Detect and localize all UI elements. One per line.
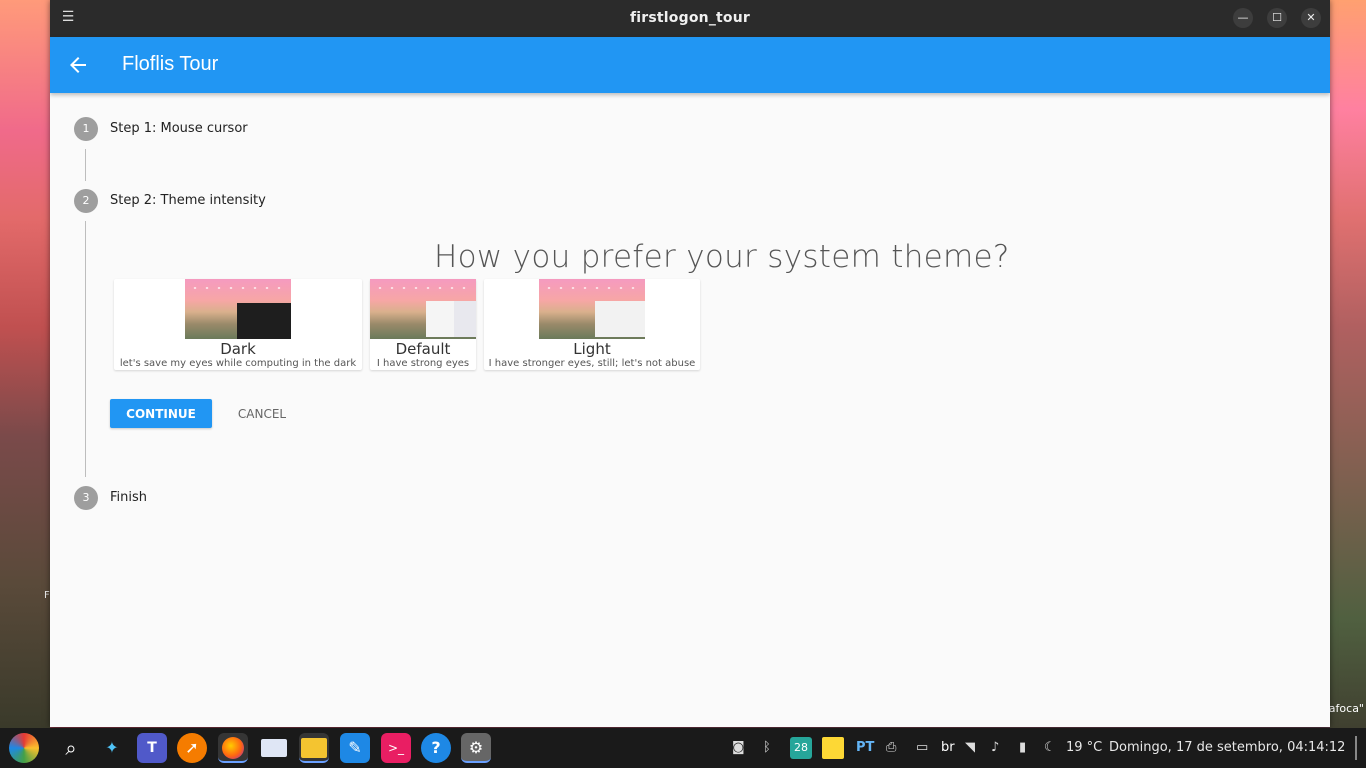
volume-icon[interactable]: ♪ [991,740,999,755]
start-icon[interactable] [9,733,39,763]
step-3-number[interactable]: 3 [74,486,98,510]
theme-option-description: let's save my eyes while computing in th… [119,358,357,369]
wifi-icon[interactable]: ◥ [965,740,975,755]
step-3-label[interactable]: Finish [110,490,147,505]
app-window: ☰ firstlogon_tour — ☐ ✕ Floflis Tour 1 S… [50,0,1330,727]
bluetooth-icon[interactable]: ᛒ [763,740,771,755]
help-icon[interactable]: ? [421,733,451,763]
theme-option-dark[interactable]: Dark let's save my eyes while computing … [114,279,362,370]
theme-option-description: I have stronger eyes, still; let's not a… [488,358,696,369]
sticky-notes-icon[interactable] [822,737,844,759]
arrow-left-icon[interactable] [66,53,90,77]
close-icon[interactable]: ✕ [1301,8,1321,28]
show-desktop-button[interactable] [1355,736,1357,760]
notes-icon[interactable]: ✎ [340,733,370,763]
screenshot-icon[interactable]: ◙ [732,740,745,755]
settings-icon[interactable]: ⚙ [461,733,491,763]
search-icon[interactable]: ⌕ [56,733,86,763]
wallpaper-left-strip [0,0,50,728]
theme-option-name: Dark [220,340,256,358]
theme-option-name: Default [395,340,451,358]
input-language-indicator[interactable]: br [941,740,955,755]
light-theme-preview [539,279,645,339]
weather-temperature[interactable]: 19 °C [1066,740,1102,755]
rocket-icon[interactable]: ➚ [177,733,207,763]
app-bar: Floflis Tour [50,37,1330,93]
desktop-edge-text: F [44,590,50,601]
taskbar: ⌕ ✦ T ➚ ✎ >_ ? ⚙ ◙ ᛒ 28 PT ⎙ ▭ br ◥ ♪ ▮ … [0,728,1366,768]
files-icon[interactable] [299,733,329,763]
step-1-number[interactable]: 1 [74,117,98,141]
wallpaper-right-strip [1330,0,1366,728]
app-title: Floflis Tour [122,53,219,75]
cancel-button[interactable]: CANCEL [226,399,298,428]
theme-option-description: I have strong eyes [376,358,470,369]
firefox-icon[interactable] [218,733,248,763]
default-theme-preview [370,279,476,339]
step-2-label[interactable]: Step 2: Theme intensity [110,193,266,208]
step-2-number[interactable]: 2 [74,189,98,213]
printer-icon[interactable]: ⎙ [886,740,896,755]
desktop-wallpaper-text: afoca" [1328,702,1364,715]
taskbar-clock[interactable]: Domingo, 17 de setembro, 04:14:12 [1109,740,1345,755]
teams-icon[interactable]: T [137,733,167,763]
keyboard-layout-indicator[interactable]: PT [856,740,874,755]
step-connector [85,221,86,477]
continue-button[interactable]: CONTINUE [110,399,212,428]
step-1-label[interactable]: Step 1: Mouse cursor [110,121,248,136]
theme-question: How you prefer your system theme? [434,239,1010,275]
dark-theme-preview [185,279,291,339]
assistant-icon[interactable]: ✦ [97,733,127,763]
theme-option-default[interactable]: Default I have strong eyes [370,279,476,370]
display-icon[interactable]: ▭ [916,740,928,755]
step-connector [85,149,86,181]
theme-option-light[interactable]: Light I have stronger eyes, still; let's… [484,279,700,370]
window-title: firstlogon_tour [629,10,751,26]
night-light-icon[interactable]: ☾ [1044,740,1056,755]
maximize-icon[interactable]: ☐ [1267,8,1287,28]
terminal-icon[interactable]: >_ [381,733,411,763]
theme-option-name: Light [573,340,611,358]
calendar-icon[interactable]: 28 [790,737,812,759]
mail-icon[interactable] [259,733,289,763]
stepper: 1 Step 1: Mouse cursor 2 Step 2: Theme i… [50,93,1330,727]
minimize-icon[interactable]: — [1233,8,1253,28]
window-titlebar[interactable]: ☰ firstlogon_tour — ☐ ✕ [50,0,1330,37]
battery-icon[interactable]: ▮ [1019,740,1026,755]
